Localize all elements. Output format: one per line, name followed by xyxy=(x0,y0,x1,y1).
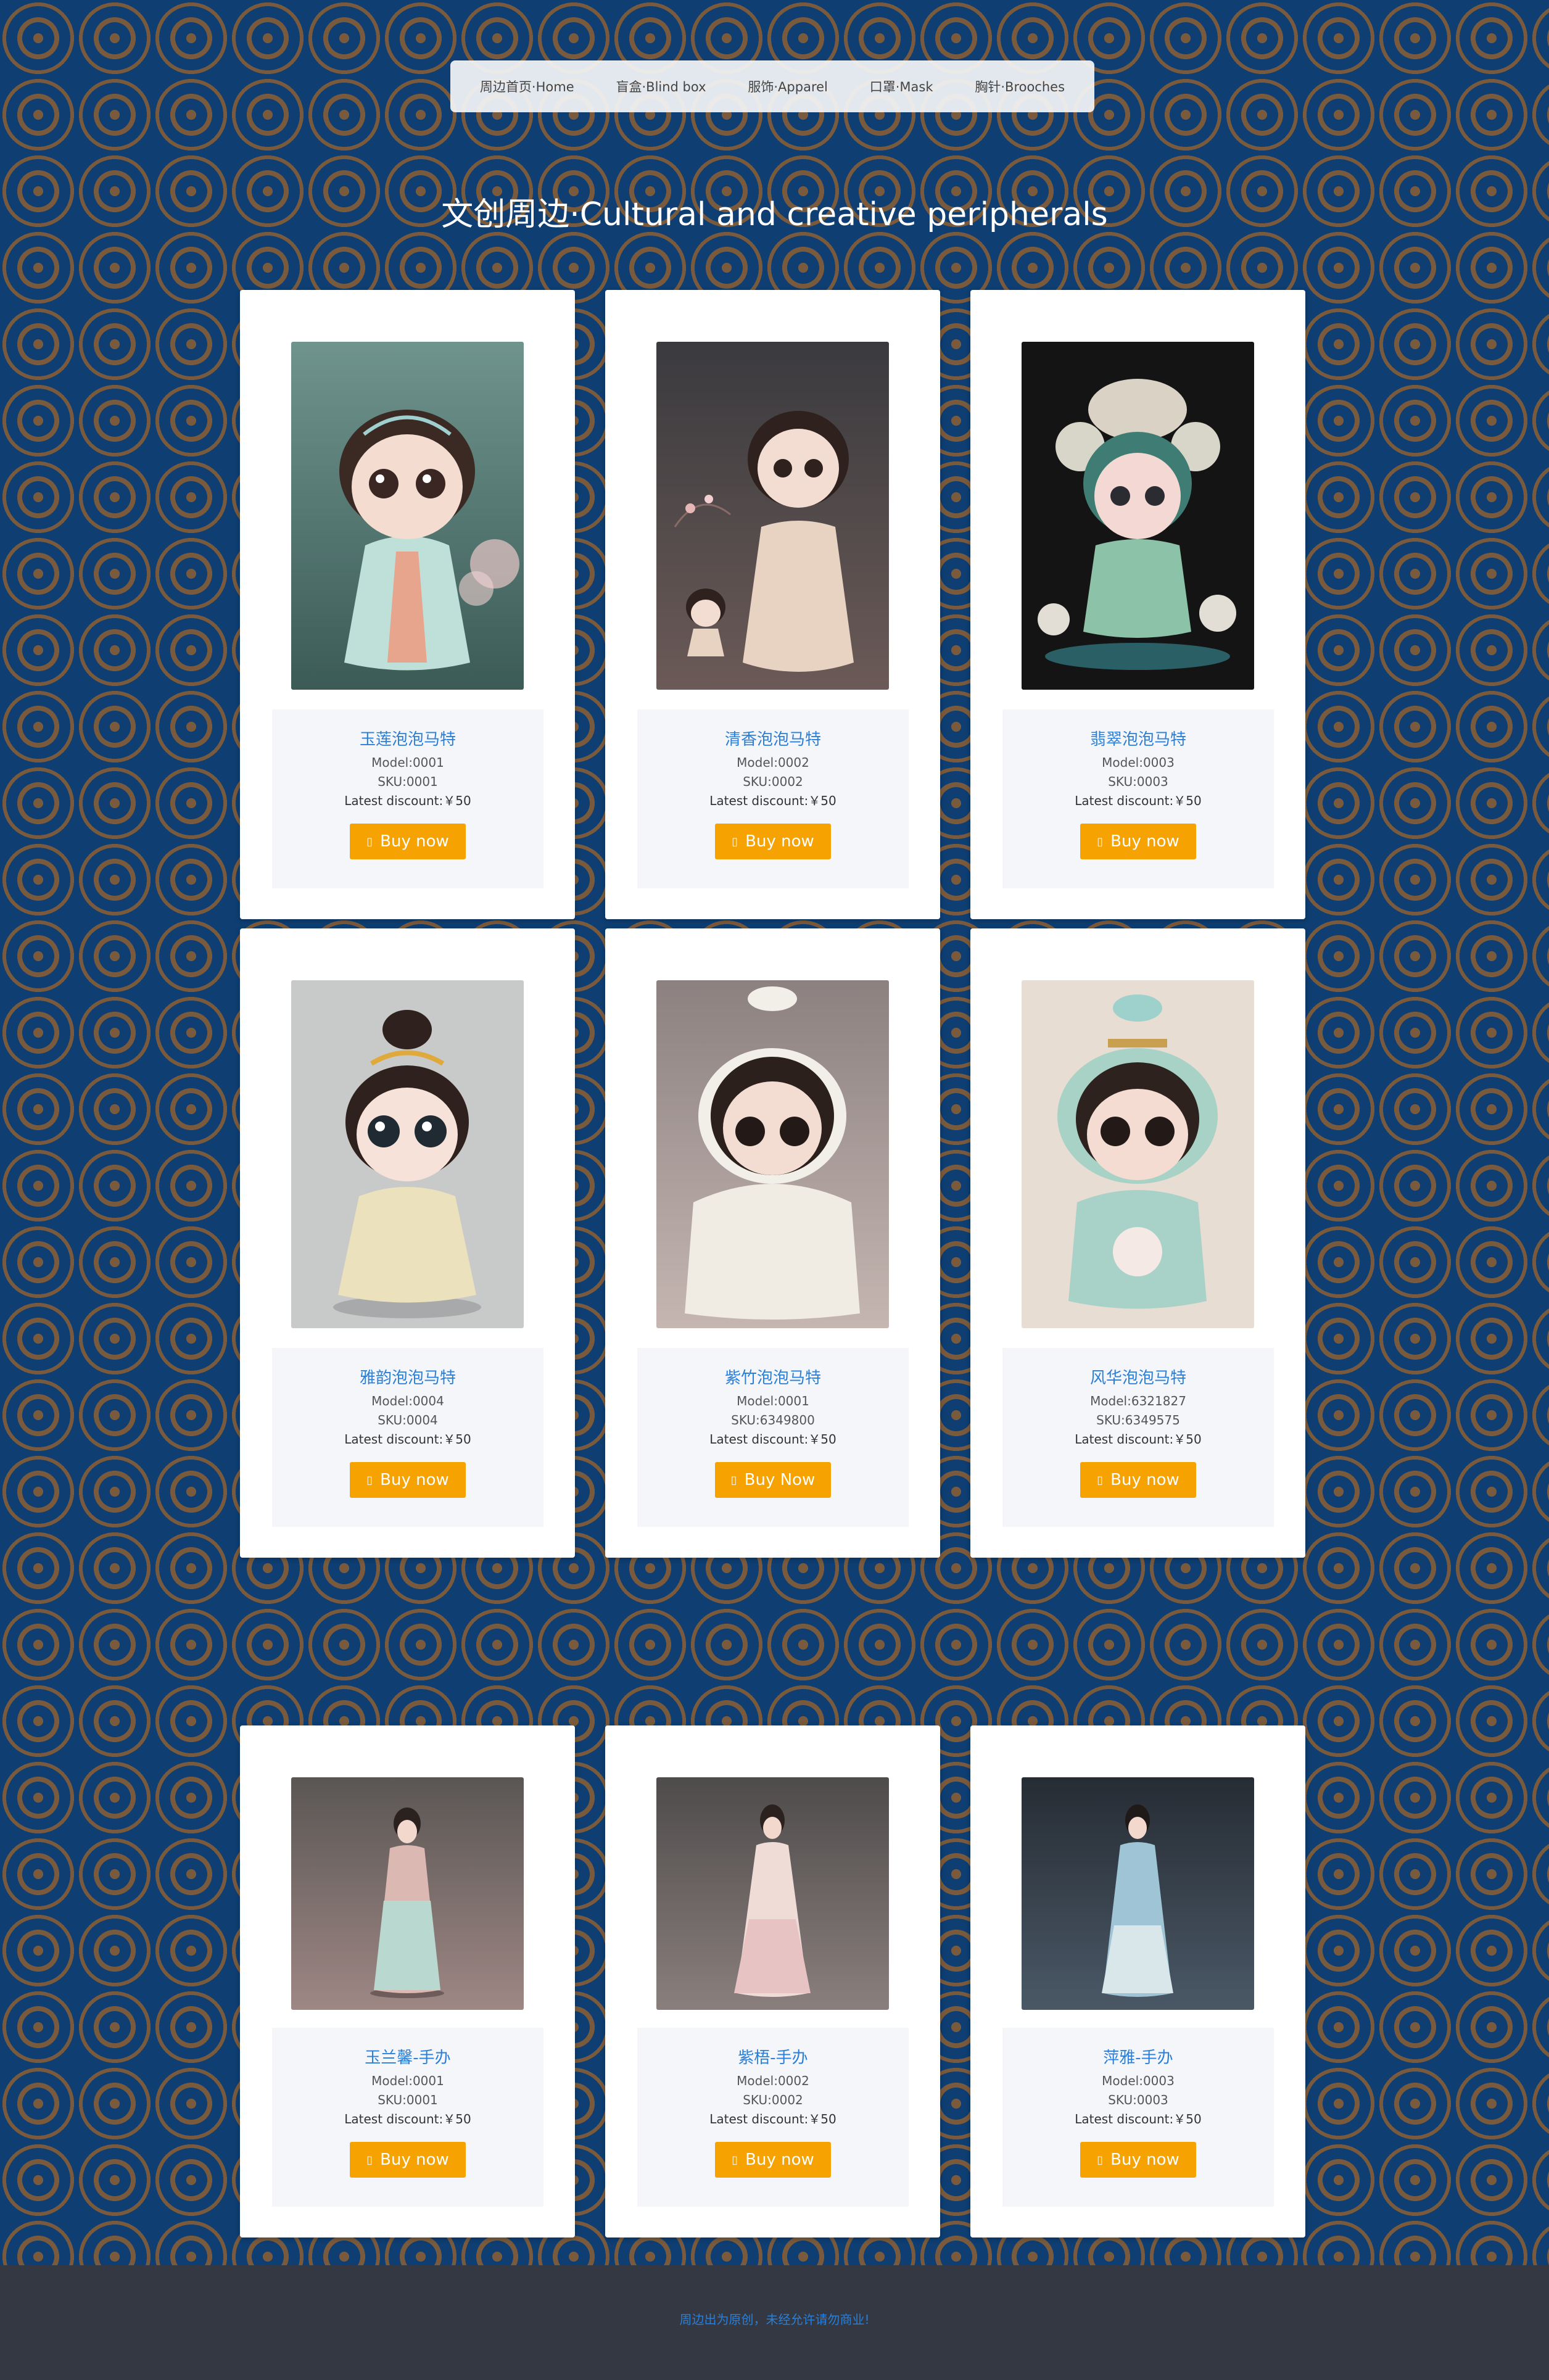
product-info: 玉兰馨-手办 Model:0001 SKU:0001 Latest discou… xyxy=(272,2028,543,2207)
buy-now-button[interactable]: ▯ Buy now xyxy=(1080,824,1196,859)
product-name[interactable]: 玉兰馨-手办 xyxy=(272,2045,543,2068)
product-discount: Latest discount:￥50 xyxy=(709,793,836,808)
product-model: Model:0001 xyxy=(737,1394,809,1408)
product-sku: SKU:0001 xyxy=(378,2093,438,2107)
product-discount: Latest discount:￥50 xyxy=(709,2112,836,2126)
product-sku: SKU:0003 xyxy=(1108,774,1168,789)
nav-item-home[interactable]: 周边首页·Home xyxy=(480,77,574,96)
product-model: Model:0003 xyxy=(1102,755,1175,770)
footer-text: 周边出为原创，未经允许请勿商业! xyxy=(679,2312,870,2327)
product-model: Model:0002 xyxy=(737,2073,809,2088)
product-info: 萍雅-手办 Model:0003 SKU:0003 Latest discoun… xyxy=(1002,2028,1274,2207)
product-info: 清香泡泡马特 Model:0002 SKU:0002 Latest discou… xyxy=(637,709,909,888)
product-image[interactable] xyxy=(656,342,889,690)
nav-item-apparel[interactable]: 服饰·Apparel xyxy=(748,77,828,96)
product-name[interactable]: 雅韵泡泡马特 xyxy=(272,1365,543,1388)
product-sku: SKU:0002 xyxy=(743,2093,803,2107)
product-sku: SKU:6349800 xyxy=(731,1413,815,1428)
product-info: 雅韵泡泡马特 Model:0004 SKU:0004 Latest discou… xyxy=(272,1348,543,1527)
product-image[interactable] xyxy=(291,980,524,1328)
cart-icon: ▯ xyxy=(366,2153,373,2167)
buy-now-button[interactable]: ▯ Buy now xyxy=(350,824,466,859)
product-info: 玉莲泡泡马特 Model:0001 SKU:0001 Latest discou… xyxy=(272,709,543,888)
cart-icon: ▯ xyxy=(1097,2153,1104,2167)
buy-now-label: Buy now xyxy=(380,832,449,851)
product-name[interactable]: 风华泡泡马特 xyxy=(1002,1365,1274,1388)
product-card: 翡翠泡泡马特 Model:0003 SKU:0003 Latest discou… xyxy=(970,290,1305,919)
cart-icon: ▯ xyxy=(730,1473,737,1487)
product-name[interactable]: 清香泡泡马特 xyxy=(637,727,909,750)
product-image[interactable] xyxy=(656,980,889,1328)
product-image[interactable] xyxy=(1022,980,1254,1328)
buy-now-label: Buy Now xyxy=(744,1471,816,1489)
buy-now-button[interactable]: ▯ Buy now xyxy=(350,1462,466,1498)
product-image[interactable] xyxy=(1022,342,1254,690)
buy-now-label: Buy now xyxy=(1110,2151,1179,2169)
buy-now-label: Buy now xyxy=(1110,832,1179,851)
product-discount: Latest discount:￥50 xyxy=(1075,793,1202,808)
product-sku: SKU:6349575 xyxy=(1096,1413,1180,1428)
product-discount: Latest discount:￥50 xyxy=(1075,2112,1202,2126)
nav-item-mask[interactable]: 口罩·Mask xyxy=(870,77,933,96)
product-model: Model:6321827 xyxy=(1090,1394,1186,1408)
product-name[interactable]: 紫梧-手办 xyxy=(637,2045,909,2068)
product-model: Model:0002 xyxy=(737,755,809,770)
cart-icon: ▯ xyxy=(366,835,373,848)
cart-icon: ▯ xyxy=(1097,835,1104,848)
buy-now-label: Buy now xyxy=(380,1471,449,1489)
top-nav: 周边首页·Home 盲盒·Blind box 服饰·Apparel 口罩·Mas… xyxy=(450,60,1094,112)
product-info: 紫梧-手办 Model:0002 SKU:0002 Latest discoun… xyxy=(637,2028,909,2207)
product-sku: SKU:0001 xyxy=(378,774,438,789)
product-sku: SKU:0002 xyxy=(743,774,803,789)
product-model: Model:0001 xyxy=(371,2073,444,2088)
buy-now-button[interactable]: ▯ Buy now xyxy=(715,2142,831,2178)
buy-now-button[interactable]: ▯ Buy now xyxy=(715,824,831,859)
buy-now-button[interactable]: ▯ Buy now xyxy=(350,2142,466,2178)
buy-now-label: Buy now xyxy=(745,832,814,851)
product-discount: Latest discount:￥50 xyxy=(344,1432,471,1447)
product-card: 紫梧-手办 Model:0002 SKU:0002 Latest discoun… xyxy=(605,1725,940,2237)
product-model: Model:0003 xyxy=(1102,2073,1175,2088)
product-image[interactable] xyxy=(656,1777,889,2010)
nav-item-blind-box[interactable]: 盲盒·Blind box xyxy=(616,77,706,96)
buy-now-button[interactable]: ▯ Buy now xyxy=(1080,1462,1196,1498)
cart-icon: ▯ xyxy=(1097,1473,1104,1487)
product-sku: SKU:0004 xyxy=(378,1413,438,1428)
product-card: 玉莲泡泡马特 Model:0001 SKU:0001 Latest discou… xyxy=(240,290,575,919)
product-card: 风华泡泡马特 Model:6321827 SKU:6349575 Latest … xyxy=(970,928,1305,1558)
buy-now-button[interactable]: ▯ Buy now xyxy=(1080,2142,1196,2178)
buy-now-button[interactable]: ▯ Buy Now xyxy=(715,1462,831,1498)
product-card: 清香泡泡马特 Model:0002 SKU:0002 Latest discou… xyxy=(605,290,940,919)
footer: 周边出为原创，未经允许请勿商业! xyxy=(0,2265,1549,2380)
product-image[interactable] xyxy=(291,342,524,690)
product-discount: Latest discount:￥50 xyxy=(344,793,471,808)
product-image[interactable] xyxy=(291,1777,524,2010)
cart-icon: ▯ xyxy=(732,2153,738,2167)
product-info: 翡翠泡泡马特 Model:0003 SKU:0003 Latest discou… xyxy=(1002,709,1274,888)
product-card: 紫竹泡泡马特 Model:0001 SKU:6349800 Latest dis… xyxy=(605,928,940,1558)
product-discount: Latest discount:￥50 xyxy=(1075,1432,1202,1447)
product-model: Model:0001 xyxy=(371,755,444,770)
product-card: 雅韵泡泡马特 Model:0004 SKU:0004 Latest discou… xyxy=(240,928,575,1558)
product-info: 风华泡泡马特 Model:6321827 SKU:6349575 Latest … xyxy=(1002,1348,1274,1527)
product-card: 玉兰馨-手办 Model:0001 SKU:0001 Latest discou… xyxy=(240,1725,575,2237)
cart-icon: ▯ xyxy=(366,1473,373,1487)
product-discount: Latest discount:￥50 xyxy=(709,1432,836,1447)
buy-now-label: Buy now xyxy=(745,2151,814,2169)
product-sku: SKU:0003 xyxy=(1108,2093,1168,2107)
product-image[interactable] xyxy=(1022,1777,1254,2010)
buy-now-label: Buy now xyxy=(1110,1471,1179,1489)
product-card: 萍雅-手办 Model:0003 SKU:0003 Latest discoun… xyxy=(970,1725,1305,2237)
product-name[interactable]: 玉莲泡泡马特 xyxy=(272,727,543,750)
product-discount: Latest discount:￥50 xyxy=(344,2112,471,2126)
product-model: Model:0004 xyxy=(371,1394,444,1408)
page-title: 文创周边·Cultural and creative peripherals xyxy=(441,196,1108,233)
product-info: 紫竹泡泡马特 Model:0001 SKU:6349800 Latest dis… xyxy=(637,1348,909,1527)
nav-item-brooches[interactable]: 胸针·Brooches xyxy=(975,77,1065,96)
product-name[interactable]: 翡翠泡泡马特 xyxy=(1002,727,1274,750)
buy-now-label: Buy now xyxy=(380,2151,449,2169)
cart-icon: ▯ xyxy=(732,835,738,848)
product-name[interactable]: 紫竹泡泡马特 xyxy=(637,1365,909,1388)
product-name[interactable]: 萍雅-手办 xyxy=(1002,2045,1274,2068)
